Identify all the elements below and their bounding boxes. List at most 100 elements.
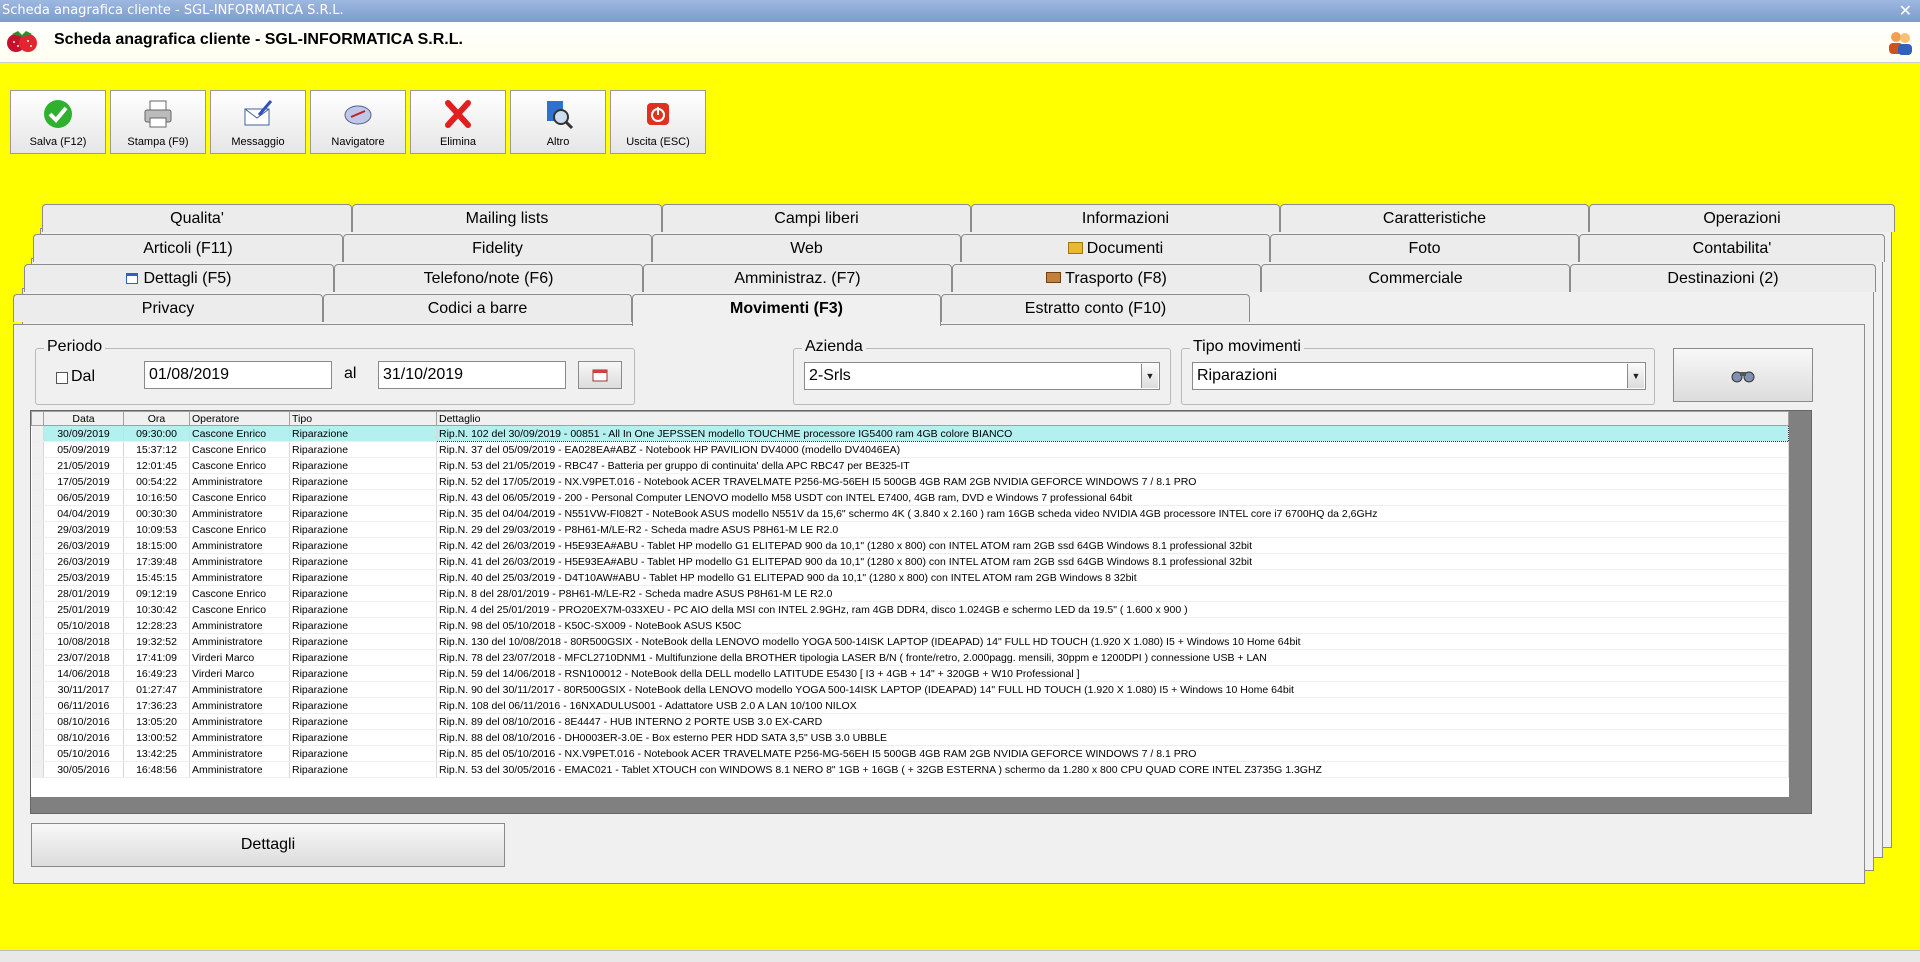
tab-destinazioni[interactable]: Destinazioni (2) xyxy=(1570,264,1876,292)
tab-documenti[interactable]: Documenti xyxy=(961,234,1270,262)
table-row[interactable]: 30/09/2019 09:30:00 Cascone Enrico Riparazi… xyxy=(31,425,1789,442)
table-row[interactable]: 06/11/2016 17:36:23 Amministratore Riparazi… xyxy=(31,697,1789,714)
compass-icon xyxy=(344,105,372,125)
other-button[interactable]: Altro xyxy=(510,90,606,154)
tab-telefono-note[interactable]: Telefono/note (F6) xyxy=(334,264,643,292)
table-cell: 29/03/2019 xyxy=(43,521,124,538)
table-row[interactable]: 08/10/2016 13:05:20 Amministratore Riparazi… xyxy=(31,713,1789,730)
calendar-button[interactable] xyxy=(578,361,622,389)
table-cell: 09:12:19 xyxy=(123,585,190,602)
tab-estratto-conto[interactable]: Estratto conto (F10) xyxy=(941,294,1250,322)
grid-column-header[interactable]: Operatore xyxy=(189,411,290,426)
users-icon[interactable] xyxy=(1886,28,1914,56)
print-button[interactable]: Stampa (F9) xyxy=(110,90,206,154)
search-button[interactable] xyxy=(1673,348,1813,402)
tab-operazioni[interactable]: Operazioni xyxy=(1589,204,1895,232)
tab-codici-a-barre[interactable]: Codici a barre xyxy=(323,294,632,322)
tab-qualita[interactable]: Qualita' xyxy=(42,204,352,232)
row-indicator[interactable] xyxy=(31,569,44,586)
status-bar xyxy=(0,950,1920,962)
close-icon[interactable]: ✕ xyxy=(1899,0,1912,22)
chevron-down-icon[interactable]: ▼ xyxy=(1627,364,1644,388)
grid-column-header[interactable]: Dettaglio xyxy=(436,411,1789,426)
table-row[interactable]: 26/03/2019 18:15:00 Amministratore Riparazi… xyxy=(31,537,1789,554)
row-indicator[interactable] xyxy=(31,601,44,618)
row-indicator[interactable] xyxy=(31,521,44,538)
tab-trasporto[interactable]: Trasporto (F8) xyxy=(952,264,1261,292)
row-indicator[interactable] xyxy=(31,665,44,682)
table-row[interactable]: 05/10/2016 13:42:25 Amministratore Riparazi… xyxy=(31,745,1789,762)
tab-mailing-lists[interactable]: Mailing lists xyxy=(352,204,662,232)
table-row[interactable]: 25/03/2019 15:45:15 Amministratore Riparazi… xyxy=(31,569,1789,586)
table-cell: Rip.N. 85 del 05/10/2016 - NX.V9PET.016 … xyxy=(436,745,1789,762)
message-button[interactable]: Messaggio xyxy=(210,90,306,154)
exit-button[interactable]: Uscita (ESC) xyxy=(610,90,706,154)
table-row[interactable]: 14/06/2018 16:49:23 Virderi Marco Riparazio… xyxy=(31,665,1789,682)
table-row[interactable]: 26/03/2019 17:39:48 Amministratore Riparazi… xyxy=(31,553,1789,570)
row-indicator[interactable] xyxy=(31,633,44,650)
table-row[interactable]: 30/05/2016 16:48:56 Amministratore Riparazi… xyxy=(31,761,1789,778)
tab-articoli[interactable]: Articoli (F11) xyxy=(33,234,343,262)
row-indicator[interactable] xyxy=(31,713,44,730)
tab-contabilita[interactable]: Contabilita' xyxy=(1579,234,1885,262)
table-row[interactable]: 05/09/2019 15:37:12 Cascone Enrico Riparazi… xyxy=(31,441,1789,458)
save-button[interactable]: Salva (F12) xyxy=(10,90,106,154)
row-indicator[interactable] xyxy=(31,761,44,778)
chevron-down-icon[interactable]: ▼ xyxy=(1141,364,1158,388)
table-row[interactable]: 05/10/2018 12:28:23 Amministratore Riparazi… xyxy=(31,617,1789,634)
delete-button[interactable]: Elimina xyxy=(410,90,506,154)
al-date-field[interactable]: 31/10/2019 xyxy=(378,361,566,389)
grid-column-header[interactable]: Ora xyxy=(123,411,190,426)
tipo-movimenti-select[interactable]: Riparazioni ▼ xyxy=(1192,362,1646,390)
dal-checkbox[interactable] xyxy=(56,372,68,384)
dal-date-field[interactable]: 01/08/2019 xyxy=(144,361,332,389)
tab-caratteristiche[interactable]: Caratteristiche xyxy=(1280,204,1589,232)
tab-fidelity[interactable]: Fidelity xyxy=(343,234,652,262)
row-indicator[interactable] xyxy=(31,649,44,666)
tab-informazioni[interactable]: Informazioni xyxy=(971,204,1280,232)
tab-amministraz[interactable]: Amministraz. (F7) xyxy=(643,264,952,292)
tab-web[interactable]: Web xyxy=(652,234,961,262)
row-indicator[interactable] xyxy=(31,489,44,506)
grid-column-header[interactable]: Tipo xyxy=(289,411,437,426)
tab-movimenti[interactable]: Movimenti (F3) xyxy=(632,294,941,326)
calendar-icon xyxy=(592,369,608,382)
tab-foto[interactable]: Foto xyxy=(1270,234,1579,262)
row-indicator[interactable] xyxy=(31,457,44,474)
row-indicator[interactable] xyxy=(31,585,44,602)
row-indicator[interactable] xyxy=(31,425,44,442)
navigator-button[interactable]: Navigatore xyxy=(310,90,406,154)
table-row[interactable]: 23/07/2018 17:41:09 Virderi Marco Riparazio… xyxy=(31,649,1789,666)
tab-campi-liberi[interactable]: Campi liberi xyxy=(662,204,971,232)
table-row[interactable]: 21/05/2019 12:01:45 Cascone Enrico Riparazi… xyxy=(31,457,1789,474)
grid-column-header[interactable]: Data xyxy=(43,411,124,426)
row-indicator[interactable] xyxy=(31,553,44,570)
row-indicator[interactable] xyxy=(31,617,44,634)
table-row[interactable]: 30/11/2017 01:27:47 Amministratore Riparazi… xyxy=(31,681,1789,698)
row-indicator[interactable] xyxy=(31,729,44,746)
table-row[interactable]: 10/08/2018 19:32:52 Amministratore Riparazi… xyxy=(31,633,1789,650)
row-indicator[interactable] xyxy=(31,473,44,490)
movements-table: Data Ora Operatore Tipo Dettaglio 30/09/2019… xyxy=(31,411,1789,778)
row-indicator[interactable] xyxy=(31,745,44,762)
table-row[interactable]: 17/05/2019 00:54:22 Amministratore Riparazi… xyxy=(31,473,1789,490)
row-indicator[interactable] xyxy=(31,681,44,698)
table-row[interactable]: 25/01/2019 10:30:42 Cascone Enrico Riparazi… xyxy=(31,601,1789,618)
table-cell: Riparazione xyxy=(289,569,437,586)
tab-commerciale[interactable]: Commerciale xyxy=(1261,264,1570,292)
row-indicator[interactable] xyxy=(31,505,44,522)
row-indicator[interactable] xyxy=(31,537,44,554)
table-cell: 10:09:53 xyxy=(123,521,190,538)
table-row[interactable]: 28/01/2019 09:12:19 Cascone Enrico Riparazi… xyxy=(31,585,1789,602)
table-row[interactable]: 04/04/2019 00:30:30 Amministratore Riparazi… xyxy=(31,505,1789,522)
table-row[interactable]: 06/05/2019 10:16:50 Cascone Enrico Riparazi… xyxy=(31,489,1789,506)
dettagli-button[interactable]: Dettagli xyxy=(31,823,505,867)
azienda-select[interactable]: 2-Srls ▼ xyxy=(804,362,1160,390)
row-indicator[interactable] xyxy=(31,697,44,714)
tab-privacy[interactable]: Privacy xyxy=(13,294,323,322)
table-row[interactable]: 08/10/2016 13:00:52 Amministratore Riparazi… xyxy=(31,729,1789,746)
tab-dettagli[interactable]: Dettagli (F5) xyxy=(24,264,334,292)
table-row[interactable]: 29/03/2019 10:09:53 Cascone Enrico Riparazi… xyxy=(31,521,1789,538)
row-indicator[interactable] xyxy=(31,441,44,458)
vertical-scrollbar[interactable] xyxy=(1789,411,1811,797)
